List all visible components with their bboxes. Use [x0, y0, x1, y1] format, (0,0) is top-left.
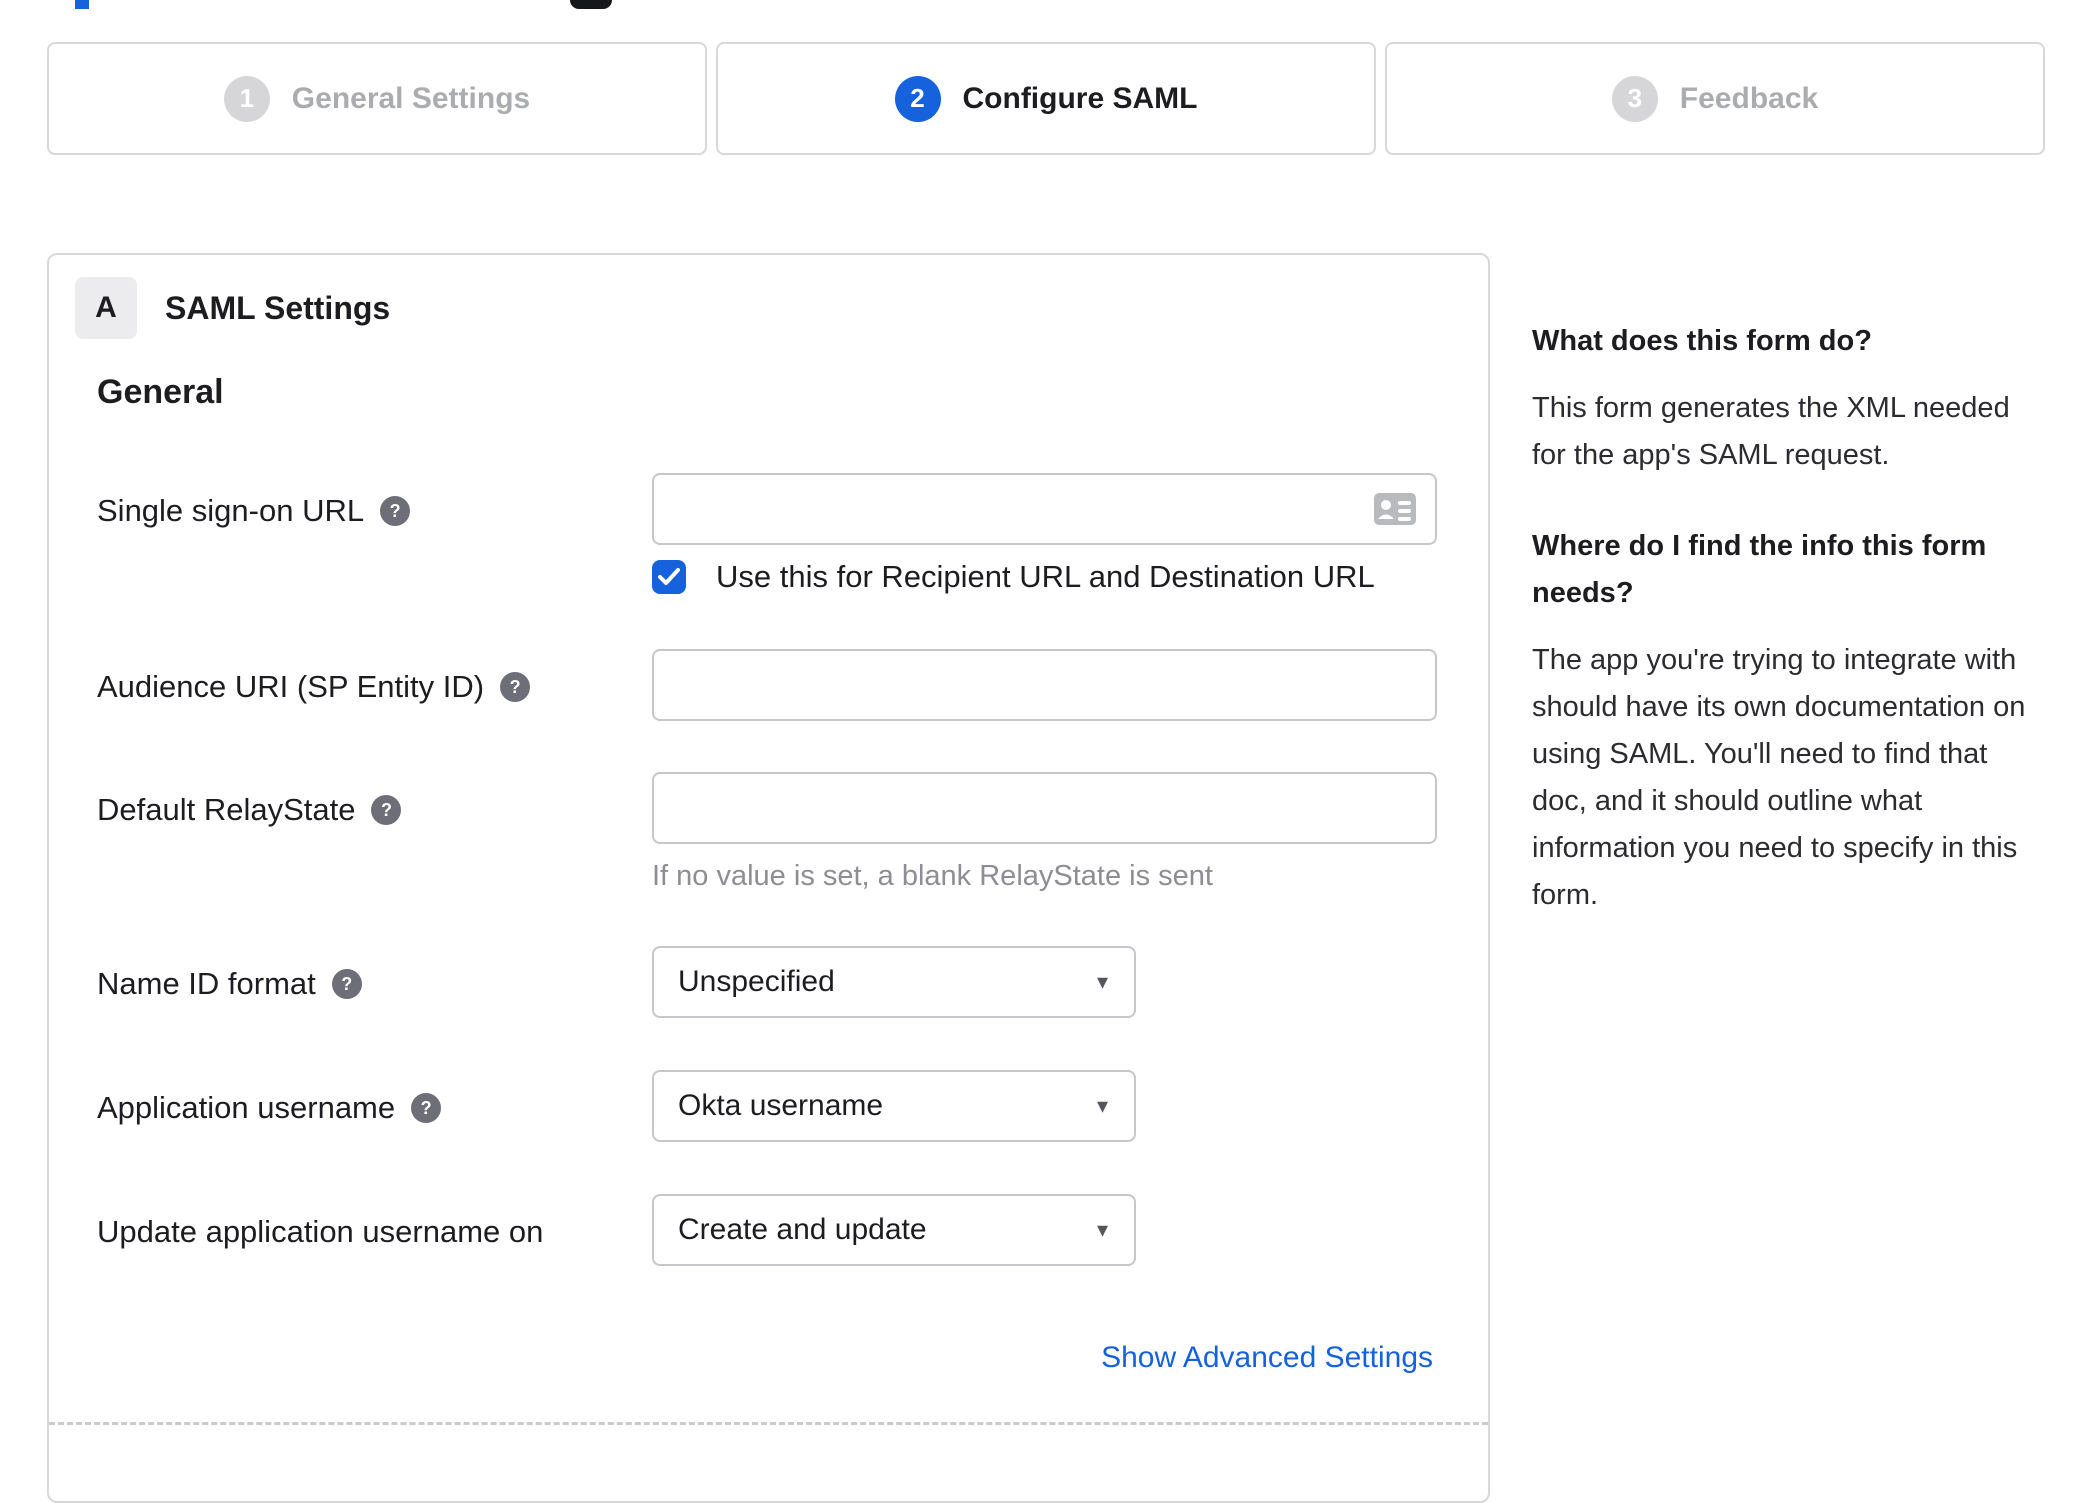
clipped-tab-underline-fragment: [75, 0, 89, 9]
chevron-down-icon: ▾: [1096, 1217, 1108, 1242]
step-number-badge: 1: [223, 75, 270, 122]
name-id-format-select[interactable]: Unspecified ▾: [652, 946, 1136, 1018]
relay-state-hint: If no value is set, a blank RelayState i…: [652, 860, 1213, 892]
chevron-down-icon: ▾: [1096, 1093, 1108, 1118]
help-section-heading: Where do I find the info this form needs…: [1532, 530, 1987, 609]
recipient-url-checkbox-row: Use this for Recipient URL and Destinati…: [652, 559, 1375, 595]
help-section-heading: What does this form do?: [1532, 325, 1872, 357]
field-label-wrap: Name ID format ?: [97, 966, 362, 1002]
selected-value: Okta username: [678, 1089, 884, 1122]
field-label-wrap: Default RelayState ?: [97, 792, 402, 828]
step-feedback[interactable]: 3 Feedback: [1385, 42, 2045, 155]
help-icon[interactable]: ?: [371, 795, 402, 825]
recipient-url-checkbox[interactable]: [652, 560, 686, 594]
field-label: Name ID format: [97, 966, 316, 1001]
help-sidebar: What does this form do? This form genera…: [1532, 318, 2047, 919]
wizard-stepper: 1 General Settings 2 Configure SAML 3 Fe…: [47, 42, 2045, 155]
field-label: Update application username on: [97, 1214, 544, 1249]
field-label: Default RelayState: [97, 792, 356, 827]
section-a-badge: A: [75, 277, 137, 339]
chevron-down-icon: ▾: [1096, 969, 1108, 994]
app-username-select[interactable]: Okta username ▾: [652, 1070, 1136, 1142]
help-section-body: This form generates the XML needed for t…: [1532, 392, 2010, 471]
selected-value: Unspecified: [678, 965, 835, 998]
saml-settings-panel: A SAML Settings General Single sign-on U…: [47, 253, 1490, 1503]
help-icon[interactable]: ?: [331, 969, 362, 999]
help-icon[interactable]: ?: [380, 496, 411, 526]
step-label: General Settings: [291, 81, 531, 115]
field-label-wrap: Single sign-on URL ?: [97, 493, 411, 529]
step-configure-saml[interactable]: 2 Configure SAML: [716, 42, 1376, 155]
field-label: Application username: [97, 1090, 396, 1125]
help-section: Where do I find the info this form needs…: [1532, 523, 2047, 919]
contact-card-icon[interactable]: [1373, 492, 1417, 526]
field-label-wrap: Audience URI (SP Entity ID) ?: [97, 669, 531, 705]
relay-state-input-wrap: [652, 772, 1437, 844]
recipient-url-checkbox-label: Use this for Recipient URL and Destinati…: [716, 559, 1375, 594]
step-number-badge: 2: [894, 75, 941, 122]
help-section: What does this form do? This form genera…: [1532, 318, 2047, 479]
help-icon[interactable]: ?: [500, 672, 531, 702]
field-label-wrap: Update application username on: [97, 1214, 543, 1250]
selected-value: Create and update: [678, 1213, 927, 1246]
step-label: Configure SAML: [962, 81, 1198, 115]
step-general-settings[interactable]: 1 General Settings: [47, 42, 707, 155]
sso-url-input[interactable]: [652, 473, 1437, 545]
step-number-badge: 3: [1611, 75, 1658, 122]
panel-title: SAML Settings: [165, 289, 391, 326]
clipped-icon-fragment: [570, 0, 612, 9]
relay-state-input[interactable]: [652, 772, 1437, 844]
field-label-wrap: Application username ?: [97, 1090, 442, 1126]
sso-url-input-wrap: [652, 473, 1437, 545]
help-section-body: The app you're trying to integrate with …: [1532, 644, 2026, 911]
update-username-select[interactable]: Create and update ▾: [652, 1194, 1136, 1266]
show-advanced-settings-link[interactable]: Show Advanced Settings: [1101, 1341, 1433, 1375]
general-group-heading: General: [97, 373, 224, 411]
field-label: Single sign-on URL: [97, 493, 365, 528]
audience-uri-input-wrap: [652, 649, 1437, 721]
step-label: Feedback: [1679, 81, 1819, 115]
section-dashed-divider: [49, 1422, 1488, 1425]
field-label: Audience URI (SP Entity ID): [97, 669, 485, 704]
audience-uri-input[interactable]: [652, 649, 1437, 721]
help-icon[interactable]: ?: [411, 1093, 442, 1123]
